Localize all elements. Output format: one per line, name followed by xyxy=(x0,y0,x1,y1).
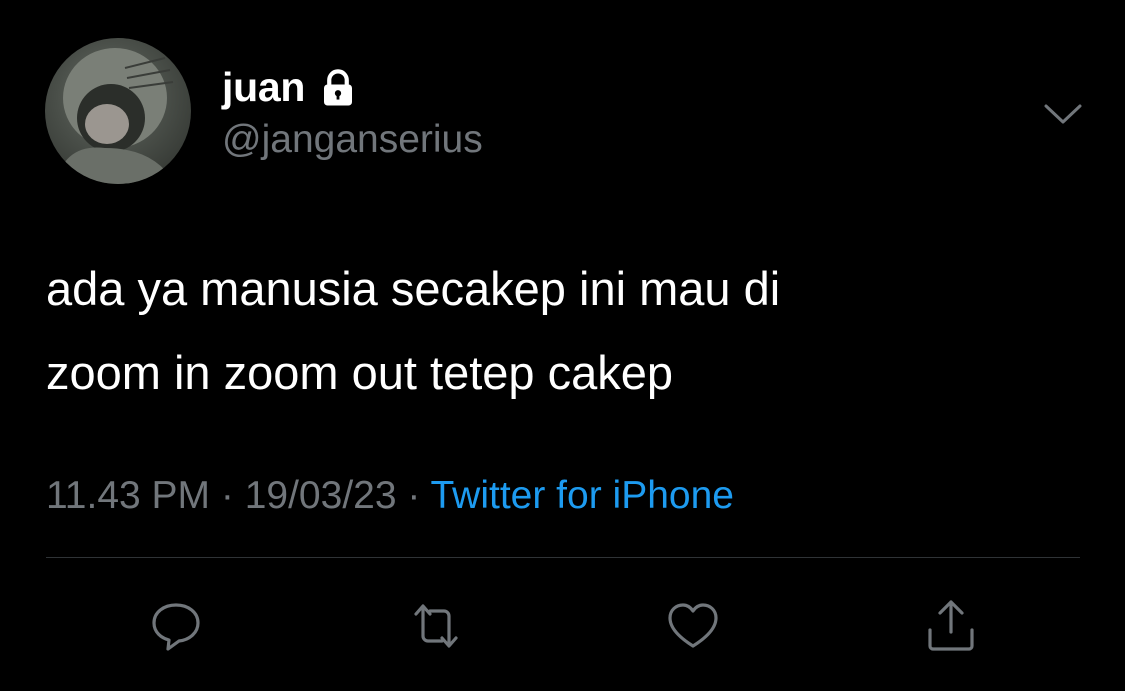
divider xyxy=(46,557,1080,558)
tweet-date[interactable]: 19/03/23 xyxy=(245,474,397,517)
author-name-row[interactable]: juan xyxy=(222,62,359,112)
share-icon xyxy=(928,600,974,651)
tweet-text: ada ya manusia secakep ini mau di zoom i… xyxy=(46,247,1086,415)
display-name[interactable]: juan xyxy=(222,64,305,111)
heart-icon xyxy=(668,603,718,648)
profile-photo xyxy=(55,48,175,184)
meta-separator: · xyxy=(210,474,245,517)
author-handle[interactable]: @janganserius xyxy=(222,118,483,162)
tweet-meta: 11.43 PM · 19/03/23 · Twitter for iPhone xyxy=(46,474,734,518)
like-button[interactable] xyxy=(663,596,723,656)
more-options-button[interactable] xyxy=(1040,96,1086,132)
action-bar xyxy=(0,596,1125,656)
retweet-icon xyxy=(414,604,458,648)
reply-icon xyxy=(152,603,200,651)
retweet-button[interactable] xyxy=(406,596,466,656)
tweet-text-line: zoom in zoom out tetep cakep xyxy=(46,346,674,399)
lock-icon xyxy=(324,69,353,106)
tweet-time[interactable]: 11.43 PM xyxy=(46,474,210,517)
tweet-text-line: ada ya manusia secakep ini mau di xyxy=(46,262,781,315)
reply-button[interactable] xyxy=(146,596,206,656)
avatar[interactable] xyxy=(45,38,191,184)
share-button[interactable] xyxy=(921,596,981,656)
meta-separator: · xyxy=(396,474,431,517)
tweet-source-link[interactable]: Twitter for iPhone xyxy=(431,474,734,517)
chevron-down-icon xyxy=(1044,104,1082,124)
